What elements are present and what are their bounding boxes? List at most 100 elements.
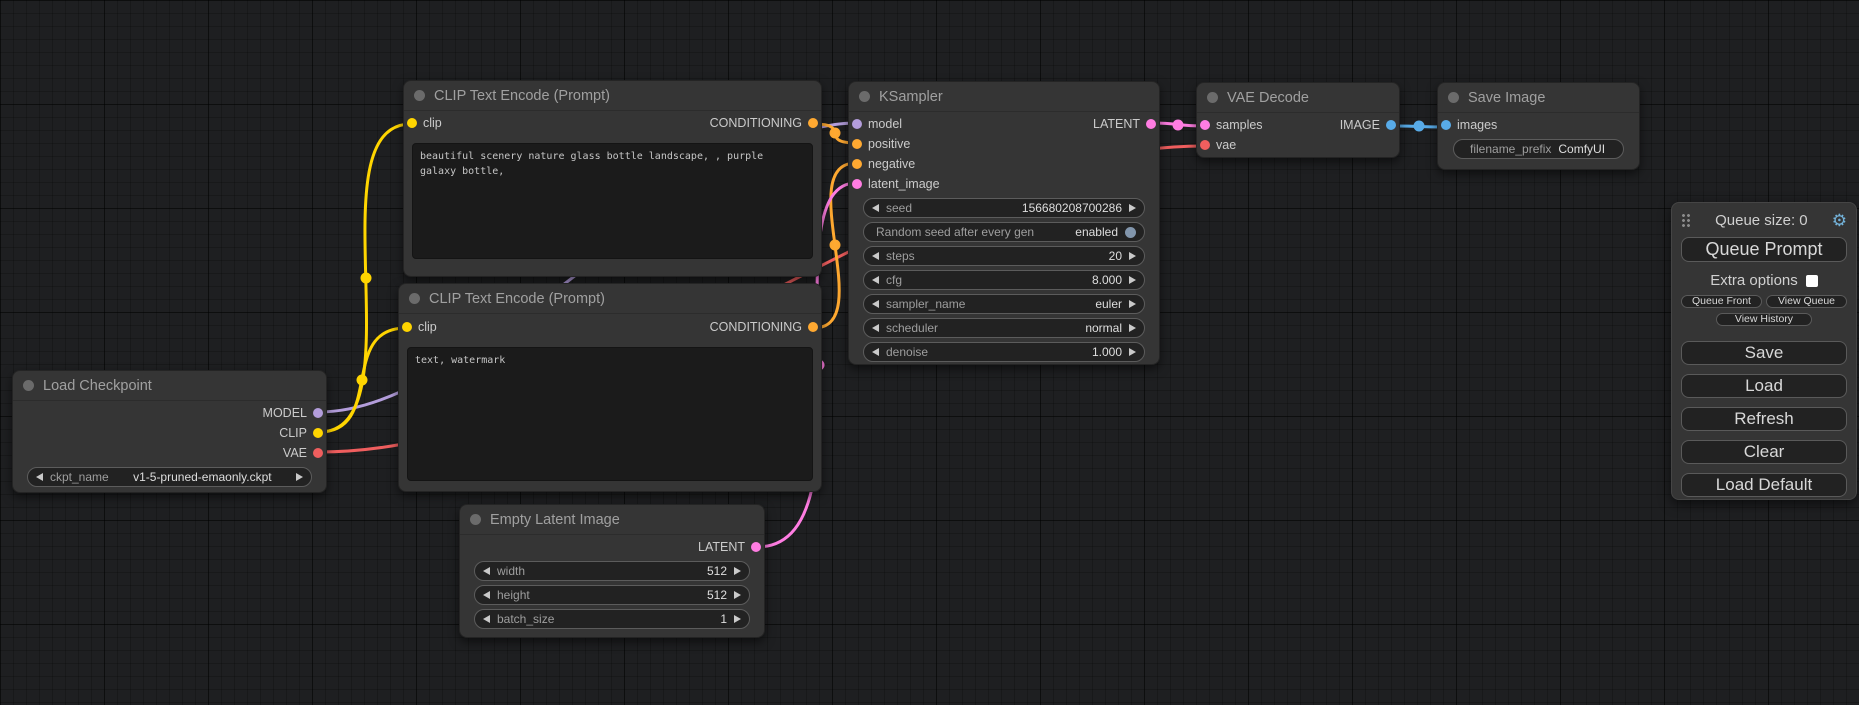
increment-icon[interactable]: [734, 567, 741, 575]
sampler-name-widget[interactable]: sampler_name euler: [863, 294, 1145, 314]
node-titlebar[interactable]: VAE Decode: [1197, 83, 1399, 113]
increment-icon[interactable]: [1129, 300, 1136, 308]
node-titlebar[interactable]: Empty Latent Image: [460, 505, 764, 535]
latent-output-port[interactable]: [1146, 119, 1156, 129]
vae-output-port[interactable]: [313, 448, 323, 458]
collapse-dot-icon[interactable]: [1207, 92, 1218, 103]
input-label: negative: [868, 157, 915, 171]
node-load-checkpoint[interactable]: Load Checkpoint MODEL CLIP VAE ckpt_name…: [12, 370, 327, 493]
negative-prompt-textarea[interactable]: text, watermark: [407, 347, 813, 481]
increment-icon[interactable]: [734, 591, 741, 599]
view-history-button[interactable]: View History: [1716, 313, 1812, 326]
node-titlebar[interactable]: Load Checkpoint: [13, 371, 326, 401]
increment-icon[interactable]: [1129, 348, 1136, 356]
cfg-widget[interactable]: cfg 8.000: [863, 270, 1145, 290]
node-titlebar[interactable]: CLIP Text Encode (Prompt): [404, 81, 821, 111]
scheduler-widget[interactable]: scheduler normal: [863, 318, 1145, 338]
filename-prefix-widget[interactable]: filename_prefix ComfyUI: [1453, 139, 1624, 159]
increment-icon[interactable]: [1129, 252, 1136, 260]
decrement-icon[interactable]: [483, 591, 490, 599]
batch-size-widget[interactable]: batch_size 1: [474, 609, 750, 629]
clip-output-port[interactable]: [313, 428, 323, 438]
image-output-port[interactable]: [1386, 120, 1396, 130]
positive-input-port[interactable]: [852, 139, 862, 149]
conditioning-output-port[interactable]: [808, 118, 818, 128]
drag-handle-icon[interactable]: [1681, 213, 1691, 227]
queue-size-label: Queue size: 0: [1691, 212, 1832, 229]
node-clip-text-encode-negative[interactable]: CLIP Text Encode (Prompt) clip CONDITION…: [398, 283, 822, 492]
queue-panel: Queue size: 0 ⚙ Queue Prompt Extra optio…: [1671, 202, 1857, 500]
collapse-dot-icon[interactable]: [470, 514, 481, 525]
decrement-icon[interactable]: [872, 300, 879, 308]
steps-widget[interactable]: steps 20: [863, 246, 1145, 266]
increment-icon[interactable]: [296, 473, 303, 481]
node-titlebar[interactable]: CLIP Text Encode (Prompt): [399, 284, 821, 314]
conditioning-output-port[interactable]: [808, 322, 818, 332]
collapse-dot-icon[interactable]: [859, 91, 870, 102]
widget-value: ComfyUI: [1558, 142, 1615, 156]
node-clip-text-encode-positive[interactable]: CLIP Text Encode (Prompt) clip CONDITION…: [403, 80, 822, 277]
node-empty-latent-image[interactable]: Empty Latent Image LATENT width 512 heig…: [459, 504, 765, 638]
save-button[interactable]: Save: [1681, 341, 1847, 365]
load-button[interactable]: Load: [1681, 374, 1847, 398]
width-widget[interactable]: width 512: [474, 561, 750, 581]
denoise-widget[interactable]: denoise 1.000: [863, 342, 1145, 362]
link-midpoint-dot: [361, 273, 372, 284]
toggle-dot-icon[interactable]: [1125, 227, 1136, 238]
view-queue-button[interactable]: View Queue: [1766, 295, 1847, 308]
latent-image-input-port[interactable]: [852, 179, 862, 189]
node-title: Load Checkpoint: [43, 378, 152, 394]
widget-label: height: [497, 588, 530, 602]
output-label: MODEL: [263, 406, 307, 420]
decrement-icon[interactable]: [872, 276, 879, 284]
increment-icon[interactable]: [1129, 324, 1136, 332]
node-titlebar[interactable]: Save Image: [1438, 83, 1639, 113]
random-seed-toggle-widget[interactable]: Random seed after every gen enabled: [863, 222, 1145, 242]
model-input-port[interactable]: [852, 119, 862, 129]
node-ksampler[interactable]: KSampler model LATENT positive negative …: [848, 81, 1160, 365]
decrement-icon[interactable]: [872, 324, 879, 332]
decrement-icon[interactable]: [483, 567, 490, 575]
queue-front-button[interactable]: Queue Front: [1681, 295, 1762, 308]
increment-icon[interactable]: [1129, 276, 1136, 284]
decrement-icon[interactable]: [36, 473, 43, 481]
decrement-icon[interactable]: [872, 348, 879, 356]
collapse-dot-icon[interactable]: [409, 293, 420, 304]
seed-widget[interactable]: seed 156680208700286: [863, 198, 1145, 218]
collapse-dot-icon[interactable]: [414, 90, 425, 101]
node-titlebar[interactable]: KSampler: [849, 82, 1159, 112]
decrement-icon[interactable]: [872, 204, 879, 212]
node-save-image[interactable]: Save Image images filename_prefix ComfyU…: [1437, 82, 1640, 170]
negative-input-port[interactable]: [852, 159, 862, 169]
widget-label: Random seed after every gen: [872, 225, 1034, 239]
queue-prompt-button[interactable]: Queue Prompt: [1681, 237, 1847, 262]
decrement-icon[interactable]: [872, 252, 879, 260]
extra-options-checkbox[interactable]: [1806, 275, 1818, 287]
height-widget[interactable]: height 512: [474, 585, 750, 605]
increment-icon[interactable]: [1129, 204, 1136, 212]
samples-input-port[interactable]: [1200, 120, 1210, 130]
collapse-dot-icon[interactable]: [23, 380, 34, 391]
input-label: images: [1457, 118, 1497, 132]
widget-label: scheduler: [886, 321, 938, 335]
widget-value: 1.000: [1092, 345, 1122, 359]
node-vae-decode[interactable]: VAE Decode samples IMAGE vae: [1196, 82, 1400, 158]
ckpt-name-widget[interactable]: ckpt_name v1-5-pruned-emaonly.ckpt: [27, 467, 312, 487]
decrement-icon[interactable]: [483, 615, 490, 623]
refresh-button[interactable]: Refresh: [1681, 407, 1847, 431]
node-title: VAE Decode: [1227, 90, 1309, 106]
latent-output-port[interactable]: [751, 542, 761, 552]
node-title: KSampler: [879, 89, 943, 105]
node-graph-canvas[interactable]: Load Checkpoint MODEL CLIP VAE ckpt_name…: [0, 0, 1859, 705]
images-input-port[interactable]: [1441, 120, 1451, 130]
clear-button[interactable]: Clear: [1681, 440, 1847, 464]
positive-prompt-textarea[interactable]: beautiful scenery nature glass bottle la…: [412, 143, 813, 259]
clip-input-port[interactable]: [402, 322, 412, 332]
model-output-port[interactable]: [313, 408, 323, 418]
collapse-dot-icon[interactable]: [1448, 92, 1459, 103]
increment-icon[interactable]: [734, 615, 741, 623]
clip-input-port[interactable]: [407, 118, 417, 128]
load-default-button[interactable]: Load Default: [1681, 473, 1847, 497]
settings-gear-icon[interactable]: ⚙: [1832, 212, 1847, 229]
vae-input-port[interactable]: [1200, 140, 1210, 150]
